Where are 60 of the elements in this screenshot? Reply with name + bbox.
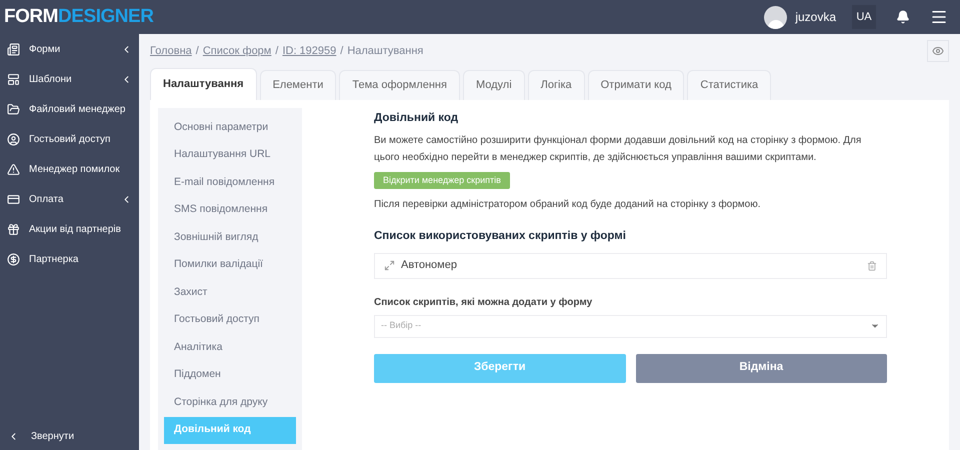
breadcrumb-current: Налаштування (347, 44, 424, 59)
folder-icon (7, 102, 20, 116)
sidebar-item[interactable]: Акции від партнерів (0, 214, 139, 244)
eye-icon (932, 45, 944, 57)
settings-menu-item[interactable]: Захист (164, 279, 302, 306)
cancel-button[interactable]: Відміна (636, 354, 887, 382)
sidebar-item[interactable]: Оплата (0, 184, 139, 214)
layout-icon (7, 72, 20, 86)
tab[interactable]: Отримати код (588, 70, 684, 100)
settings-menu-item[interactable]: SMS повідомлення (164, 196, 302, 224)
sidebar-item[interactable]: Гостьовий доступ (0, 124, 139, 154)
settings-menu-item[interactable]: E-mail повідомлення (164, 169, 302, 196)
script-row[interactable]: Автономер (374, 252, 887, 278)
tab[interactable]: Статистика (687, 70, 772, 100)
avatar-icon[interactable] (764, 6, 788, 28)
section-title: Список використовуваних скриптів у формі (374, 229, 627, 244)
sidebar-item[interactable]: Файловий менеджер (0, 94, 139, 124)
script-name: Автономер (401, 258, 457, 274)
newspaper-icon (7, 42, 20, 56)
tab[interactable]: Елементи (260, 70, 336, 100)
tab[interactable]: Модулі (462, 70, 525, 100)
collapse-button[interactable]: Звернути (0, 422, 139, 450)
settings-menu-item[interactable]: Гостьовий доступ (164, 306, 302, 334)
user-circle-icon (7, 132, 20, 146)
sidebar-item[interactable]: Форми (0, 34, 139, 64)
settings-menu-item[interactable]: Основні параметри (164, 114, 302, 142)
menu-icon[interactable] (930, 8, 948, 26)
settings-menu-item[interactable]: Піддомен (164, 362, 302, 389)
settings-menu-item[interactable]: Аналітика (164, 334, 302, 362)
logo-text: DESIGNER (58, 4, 154, 29)
expand-icon (384, 260, 395, 271)
settings-menu-item[interactable]: Зовнішній вигляд (164, 224, 302, 252)
tab[interactable]: Логіка (528, 70, 585, 100)
dollar-icon (7, 252, 20, 266)
tab[interactable]: Налаштування (150, 68, 257, 100)
breadcrumb-link[interactable]: ID: 192959 (282, 42, 336, 60)
bell-icon[interactable] (896, 10, 910, 24)
language-button[interactable]: UA (852, 5, 876, 29)
field-label: Список скриптів, які можна додати у форму (374, 296, 594, 310)
preview-button[interactable] (927, 40, 949, 62)
breadcrumb-separator: / (340, 44, 344, 59)
card-icon (7, 192, 20, 206)
note-text: Після перевірки адміністратором обраний код буде доданий на сторінку з формою. (374, 198, 762, 212)
breadcrumb-separator: / (275, 44, 278, 59)
description-text: Ви можете самостійно розширити функціонал форми додавши довільний код на сторінку з формою. Для цього необхідно перейти в менеджер скриптів, де здійснюється управління вашими скриптами. (374, 134, 862, 166)
settings-menu-item[interactable]: Налаштування URL (164, 142, 302, 169)
warning-icon (7, 162, 20, 176)
sidebar-item[interactable]: Партнерка (0, 244, 139, 274)
settings-menu-item[interactable]: Помилки валідації (164, 252, 302, 279)
logo-text: FORM (4, 4, 58, 29)
gift-icon (7, 222, 20, 236)
breadcrumb-separator: / (196, 44, 199, 59)
breadcrumb-link[interactable]: Список форм (202, 42, 272, 60)
settings-menu-item[interactable]: Сторінка для друку (164, 389, 302, 416)
username[interactable]: juzovka (795, 8, 836, 26)
breadcrumb-link[interactable]: Головна (150, 42, 192, 60)
section-title: Довільний код (374, 111, 460, 126)
sidebar-item[interactable]: Шаблони (0, 64, 139, 94)
sidebar-item[interactable]: Менеджер помилок (0, 154, 139, 184)
tab[interactable]: Тема оформлення (339, 70, 460, 100)
